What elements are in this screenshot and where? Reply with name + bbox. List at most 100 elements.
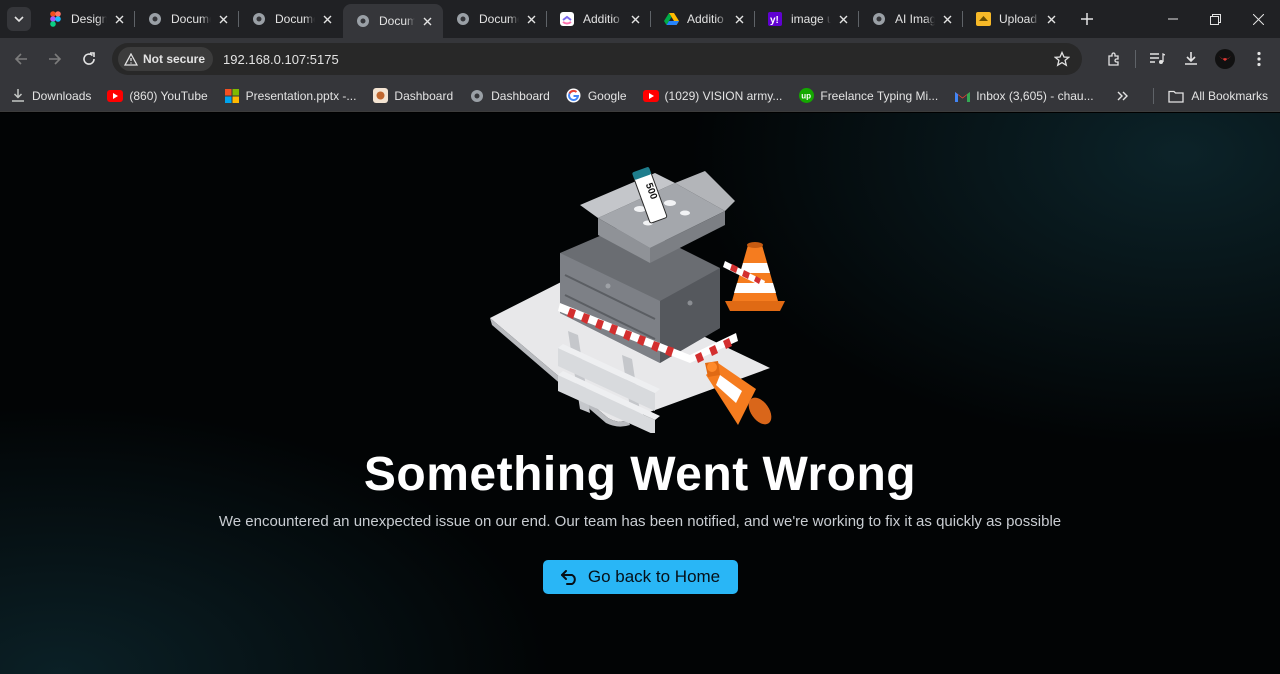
globe-icon — [355, 13, 371, 29]
download-icon[interactable] — [1174, 42, 1208, 76]
bookmark-star-icon[interactable] — [1053, 50, 1071, 72]
close-tab-icon[interactable] — [835, 11, 851, 27]
globe-icon — [871, 11, 887, 27]
close-tab-icon[interactable] — [627, 11, 643, 27]
all-bookmarks-label: All Bookmarks — [1191, 89, 1268, 103]
bookmarks-overflow: All Bookmarks — [1117, 80, 1268, 112]
bookmark-downloads[interactable]: Downloads — [10, 88, 91, 104]
tab-title: Additio — [583, 12, 620, 26]
tab-6[interactable]: Additio — [651, 0, 755, 38]
tab-9[interactable]: Upload — [963, 0, 1067, 38]
minimize-button[interactable] — [1151, 0, 1194, 38]
clickup-icon — [559, 11, 575, 27]
go-home-label: Go back to Home — [587, 567, 721, 586]
bookmark-youtube[interactable]: (860) YouTube — [107, 88, 208, 104]
youtube-icon — [107, 88, 124, 104]
bookmark-dashboard-1[interactable]: Dashboard — [372, 88, 453, 104]
address-bar[interactable]: Not secure 192.168.0.107:5175 — [112, 43, 1082, 75]
svg-text:up: up — [801, 92, 811, 101]
close-tab-icon[interactable] — [111, 11, 127, 27]
close-tab-icon[interactable] — [939, 11, 955, 27]
browser-toolbar: Not secure 192.168.0.107:5175 — [0, 38, 1280, 80]
bookmark-vision-army[interactable]: (1029) VISION army... — [642, 88, 783, 104]
bookmark-label: Freelance Typing Mi... — [820, 88, 939, 103]
upload-app-icon — [975, 11, 991, 27]
bookmark-label: Google — [587, 88, 627, 103]
folder-icon — [1168, 90, 1184, 103]
youtube-icon — [642, 88, 659, 104]
close-tab-icon[interactable] — [419, 13, 435, 29]
bookmark-freelance[interactable]: up Freelance Typing Mi... — [798, 88, 938, 104]
tab-strip: Design Docume Docume Docume Docume Addit… — [0, 0, 1280, 38]
figma-icon — [47, 11, 63, 27]
reload-button[interactable] — [72, 42, 106, 76]
tab-3-active[interactable]: Docume — [343, 4, 443, 38]
close-tab-icon[interactable] — [731, 11, 747, 27]
bookmark-label: Downloads — [32, 88, 92, 103]
all-bookmarks-button[interactable]: All Bookmarks — [1168, 89, 1268, 103]
server-error-illustration: 500 — [490, 167, 785, 433]
bookmark-label: Inbox (3,605) - chau... — [976, 88, 1094, 103]
close-tab-icon[interactable] — [319, 11, 335, 27]
chevron-down-icon — [14, 16, 24, 23]
go-home-button[interactable]: Go back to Home — [543, 560, 738, 594]
bookmark-google[interactable]: Google — [566, 88, 627, 104]
globe-icon — [251, 11, 267, 27]
tab-title: Docume — [479, 12, 519, 26]
tab-title: Upload — [999, 12, 1038, 26]
url-text[interactable]: 192.168.0.107:5175 — [223, 52, 339, 67]
bookmark-gmail[interactable]: Inbox (3,605) - chau... — [954, 88, 1094, 104]
bookmark-label: (1029) VISION army... — [664, 88, 783, 103]
app-icon — [372, 88, 388, 104]
profile-avatar[interactable] — [1208, 42, 1242, 76]
arrow-right-icon — [49, 53, 62, 65]
forward-button[interactable] — [38, 42, 72, 76]
error-message: We encountered an unexpected issue on ou… — [218, 513, 1062, 530]
tab-search-button[interactable] — [7, 7, 31, 31]
svg-text:y!: y! — [770, 15, 779, 26]
extensions-icon[interactable] — [1097, 42, 1131, 76]
bookmark-label: Dashboard — [491, 88, 550, 103]
security-label: Not secure — [143, 52, 206, 66]
menu-kebab-icon[interactable] — [1242, 42, 1276, 76]
globe-icon — [469, 88, 485, 104]
error-heading: Something Went Wrong — [363, 448, 917, 501]
bookmarks-bar: Downloads (860) YouTube Presentation.ppt… — [0, 80, 1280, 112]
tab-5[interactable]: Additio — [547, 0, 651, 38]
reload-icon — [83, 52, 95, 65]
globe-icon — [455, 11, 471, 27]
google-drive-icon — [663, 11, 679, 27]
tab-title: Docume — [275, 12, 315, 26]
return-arrow-icon — [561, 568, 579, 586]
bookmark-dashboard-2[interactable]: Dashboard — [469, 88, 550, 104]
tab-2[interactable]: Docume — [239, 0, 343, 38]
plus-icon — [1081, 13, 1093, 25]
bookmark-presentation[interactable]: Presentation.pptx -... — [224, 88, 357, 104]
close-tab-icon[interactable] — [215, 11, 231, 27]
tab-0[interactable]: Design — [35, 0, 135, 38]
security-chip[interactable]: Not secure — [118, 47, 214, 71]
tab-8[interactable]: AI Imag — [859, 0, 963, 38]
upwork-icon: up — [798, 88, 814, 104]
chevron-double-right-icon[interactable] — [1117, 91, 1129, 101]
back-button[interactable] — [4, 42, 38, 76]
gmail-icon — [954, 88, 970, 104]
close-window-button[interactable] — [1237, 0, 1280, 38]
bookmark-label: Presentation.pptx -... — [245, 88, 357, 103]
new-tab-button[interactable] — [1073, 5, 1101, 33]
restore-button[interactable] — [1194, 0, 1237, 38]
arrow-left-icon — [14, 53, 27, 65]
close-tab-icon[interactable] — [523, 11, 539, 27]
close-tab-icon[interactable] — [1043, 11, 1059, 27]
tab-4[interactable]: Docume — [443, 0, 547, 38]
tab-1[interactable]: Docume — [135, 0, 239, 38]
tab-7[interactable]: y! image u — [755, 0, 859, 38]
media-controls-icon[interactable] — [1140, 42, 1174, 76]
error-page: 500 Something Went Wrong We encountered … — [0, 113, 1280, 674]
tab-title: AI Imag — [895, 12, 935, 26]
tab-title: Additio — [687, 12, 724, 26]
google-icon — [566, 88, 582, 104]
bookmark-label: (860) YouTube — [129, 88, 208, 103]
tab-title: Docume — [171, 12, 211, 26]
tab-title: Docume — [379, 14, 415, 28]
